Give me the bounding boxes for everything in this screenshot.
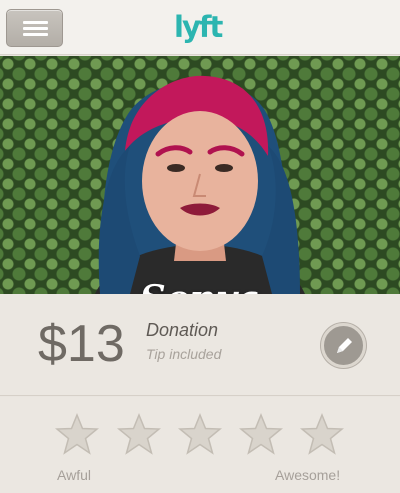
star-4[interactable]	[238, 413, 284, 455]
star-icon	[116, 413, 162, 455]
edit-donation-button[interactable]	[321, 323, 366, 368]
driver-name: Sonya	[0, 278, 400, 294]
menu-button[interactable]	[6, 9, 63, 47]
star-icon	[177, 413, 223, 455]
rating-high-label: Awesome!	[275, 467, 341, 483]
star-2[interactable]	[116, 413, 162, 455]
star-5[interactable]	[299, 413, 345, 455]
star-icon	[299, 413, 345, 455]
fare-section: $13 Donation Tip included	[0, 294, 400, 396]
lyft-logo: lyft	[174, 10, 223, 44]
pencil-icon	[337, 338, 352, 353]
fare-label: Donation	[146, 320, 219, 340]
fare-sublabel: Tip included	[146, 346, 222, 362]
rating-section: Awful Awesome!	[0, 397, 400, 493]
driver-portrait-image	[95, 75, 305, 294]
star-icon	[238, 413, 284, 455]
fare-amount: $13	[38, 315, 125, 373]
top-bar: lyft	[0, 0, 400, 55]
hamburger-menu-icon	[23, 21, 48, 24]
star-icon	[54, 413, 100, 455]
star-3[interactable]	[177, 413, 223, 455]
driver-photo: Sonya	[0, 56, 400, 294]
rating-low-label: Awful	[57, 467, 91, 483]
star-1[interactable]	[54, 413, 100, 455]
